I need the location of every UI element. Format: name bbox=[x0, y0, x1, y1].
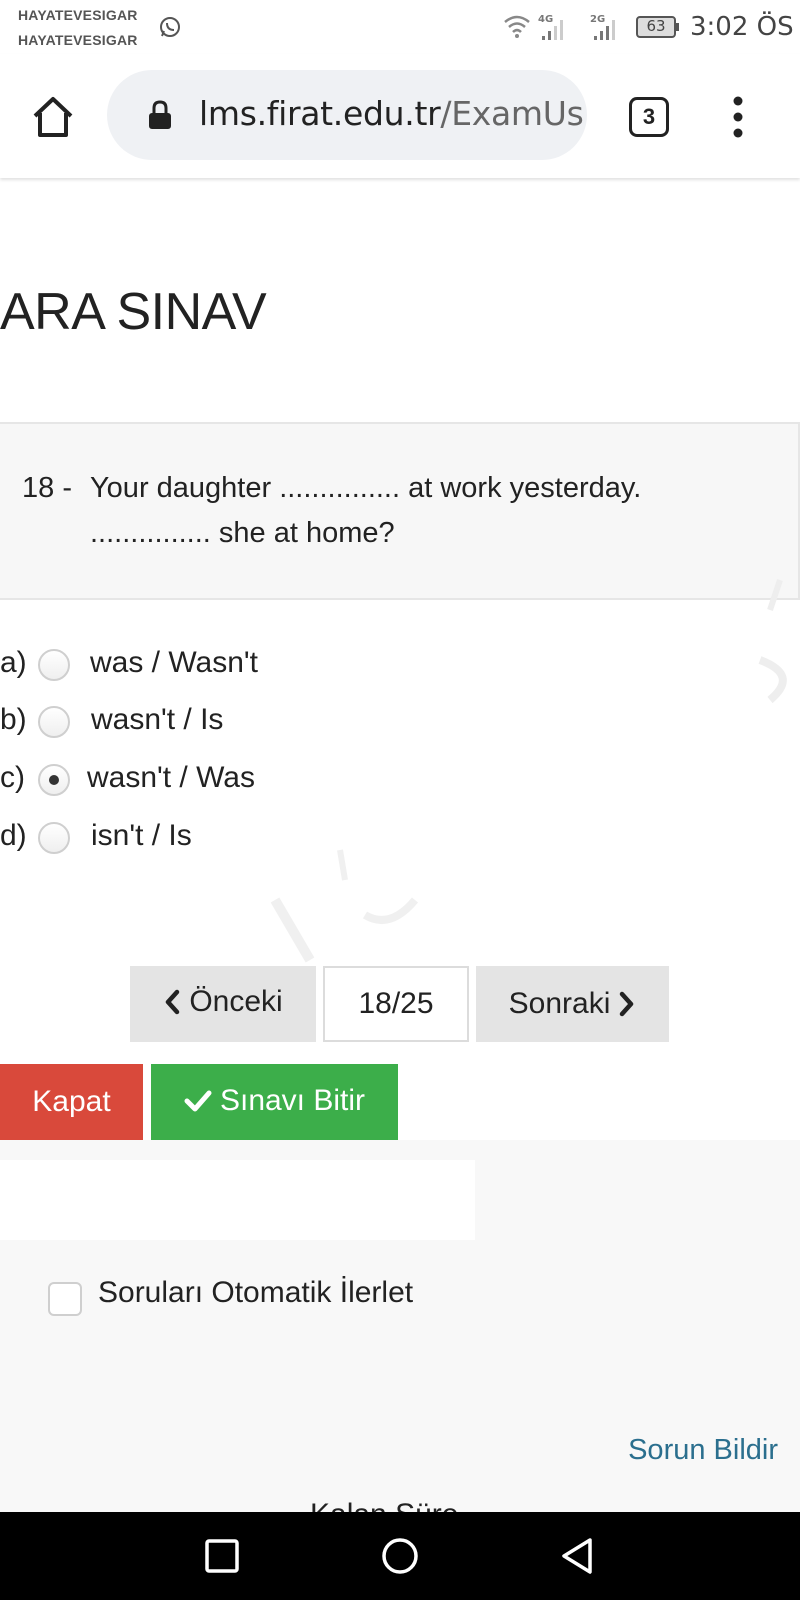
answer-option-d[interactable]: d) isn't / Is bbox=[0, 814, 500, 864]
carrier-name-2: HAYATEVESIGAR bbox=[18, 32, 138, 48]
question-text-line-2: ............... she at home? bbox=[90, 517, 395, 549]
whatsapp-icon bbox=[160, 17, 180, 37]
wifi-icon bbox=[504, 15, 530, 38]
carrier-name-1: HAYATEVESIGAR bbox=[18, 7, 138, 23]
finish-exam-label: Sınavı Bitir bbox=[219, 1083, 366, 1117]
check-icon bbox=[184, 1090, 212, 1111]
answer-option-a[interactable]: a) was / Wasn't bbox=[0, 641, 500, 691]
close-button[interactable]: Kapat bbox=[0, 1064, 143, 1140]
question-counter: 18/25 bbox=[323, 966, 469, 1042]
option-letter: c) bbox=[0, 761, 25, 794]
home-circle-icon[interactable] bbox=[378, 1534, 422, 1578]
signal-2g-icon: 2G bbox=[590, 14, 615, 40]
tab-switcher-button[interactable]: 3 bbox=[629, 97, 669, 137]
option-letter: d) bbox=[0, 819, 27, 852]
clock: 3:02 ÖS bbox=[690, 12, 794, 42]
option-letter: b) bbox=[0, 703, 27, 736]
option-radio[interactable] bbox=[38, 649, 70, 681]
home-icon[interactable] bbox=[30, 94, 76, 140]
option-radio[interactable] bbox=[38, 822, 70, 854]
lock-icon bbox=[149, 100, 171, 129]
previous-button[interactable]: Önceki bbox=[130, 966, 316, 1042]
exam-settings-panel: Soruları Otomatik İlerlet Sorun Bildir K… bbox=[0, 1140, 800, 1512]
chevron-right-icon bbox=[620, 991, 634, 1017]
network-type-2g: 2G bbox=[590, 14, 605, 25]
option-radio[interactable] bbox=[38, 706, 70, 738]
status-bar: HAYATEVESIGAR HAYATEVESIGAR 4G 2G 63 3:0… bbox=[0, 0, 800, 54]
option-text: wasn't / Was bbox=[87, 761, 255, 794]
remaining-time-label: Kalan Süre bbox=[310, 1498, 458, 1512]
answer-option-b[interactable]: b) wasn't / Is bbox=[0, 698, 500, 748]
question-number: 18 - bbox=[22, 472, 72, 504]
option-radio[interactable] bbox=[38, 764, 70, 796]
blank-panel bbox=[0, 1160, 475, 1240]
network-type-4g: 4G bbox=[538, 14, 553, 25]
more-menu-icon[interactable] bbox=[726, 94, 750, 140]
option-text: wasn't / Is bbox=[91, 703, 224, 736]
url-host: lms.firat.edu.tr bbox=[199, 94, 441, 133]
browser-toolbar: lms.firat.edu.tr/ExamUs 3 bbox=[0, 54, 800, 178]
url-path: /ExamUs bbox=[440, 94, 584, 133]
finish-exam-button[interactable]: Sınavı Bitir bbox=[151, 1064, 398, 1140]
option-letter: a) bbox=[0, 646, 27, 679]
recent-apps-icon[interactable] bbox=[200, 1534, 244, 1578]
page-title: ARA SINAV bbox=[0, 283, 267, 341]
next-button[interactable]: Sonraki bbox=[476, 966, 669, 1042]
question-text-line-1: Your daughter ............... at work ye… bbox=[90, 472, 642, 504]
signal-4g-icon: 4G bbox=[538, 14, 563, 40]
address-bar[interactable]: lms.firat.edu.tr/ExamUs bbox=[107, 70, 587, 160]
option-text: isn't / Is bbox=[91, 819, 192, 852]
previous-label: Önceki bbox=[189, 985, 283, 1018]
question-box: 18 - Your daughter ............... at wo… bbox=[0, 422, 800, 600]
auto-advance-label[interactable]: Soruları Otomatik İlerlet bbox=[98, 1276, 413, 1310]
auto-advance-checkbox[interactable] bbox=[48, 1282, 82, 1316]
report-problem-link[interactable]: Sorun Bildir bbox=[628, 1434, 778, 1467]
back-triangle-icon[interactable] bbox=[556, 1534, 600, 1578]
option-text: was / Wasn't bbox=[90, 646, 258, 679]
url-text: lms.firat.edu.tr/ExamUs bbox=[199, 94, 584, 133]
battery-level: 63 bbox=[646, 17, 666, 35]
answer-option-c[interactable]: c) wasn't / Was bbox=[0, 756, 500, 806]
next-label: Sonraki bbox=[508, 987, 611, 1020]
system-navigation-bar bbox=[0, 1512, 800, 1600]
chevron-left-icon bbox=[166, 989, 180, 1015]
